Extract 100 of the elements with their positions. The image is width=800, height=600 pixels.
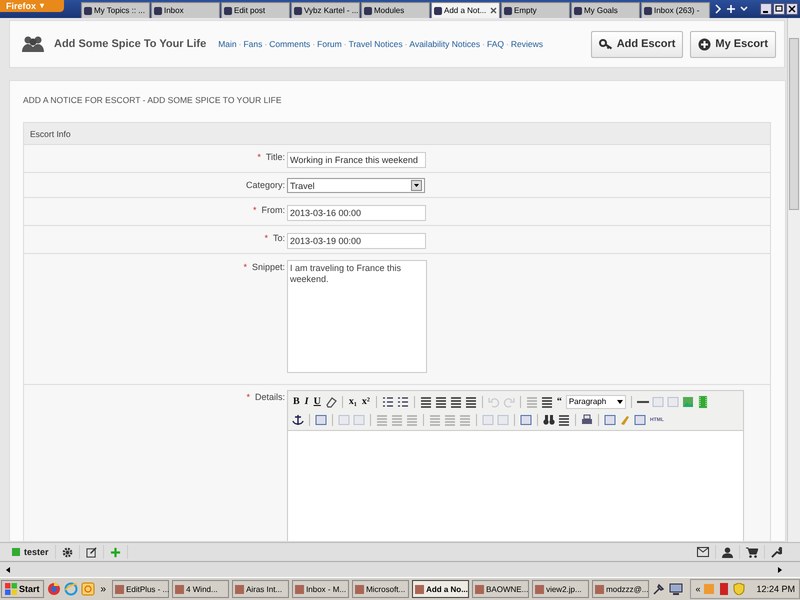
header-button[interactable]: Add Escort [590,30,684,58]
taskbar-button[interactable]: modzzz@... [592,580,650,598]
vertical-scrollbar[interactable] [787,18,800,542]
list-icon[interactable] [396,396,409,408]
taskbar-button[interactable]: BAOWNE... [472,580,530,598]
nav-link[interactable]: FAQ [486,39,504,49]
format-dropdown[interactable]: Paragraph [566,394,626,408]
new-tab-icon[interactable] [726,3,736,15]
film-icon[interactable] [696,396,709,408]
monitor-icon[interactable] [669,582,684,596]
nav-link[interactable]: Reviews [510,39,543,49]
field-label: Details: [254,392,285,404]
close-tab-icon[interactable] [490,7,497,14]
taskbar-button[interactable]: EditPlus - ... [112,580,170,598]
lines-icon[interactable] [540,396,553,408]
format-button[interactable]: B [292,395,301,408]
browser-tab[interactable]: Empty [501,2,570,18]
square-icon[interactable] [604,414,616,426]
text-field[interactable]: 2013-03-19 00:00 [287,233,426,249]
scroll-right-icon[interactable] [776,566,784,574]
format-button[interactable]: “ [556,395,563,408]
windows-logo-icon [5,583,17,595]
wrench-icon[interactable] [771,546,782,558]
people-icon [22,35,44,53]
browser-tab[interactable]: My Goals [571,2,640,18]
browser-tab[interactable]: Modules [361,2,430,18]
required-marker: * [252,205,256,217]
nav-separator: · [482,39,485,49]
close-icon[interactable] [786,3,798,15]
required-marker: * [264,233,268,245]
taskbar-button[interactable]: Add a No... [412,580,470,598]
user-icon[interactable] [722,546,733,558]
horizontal-scrollbar[interactable] [0,561,800,577]
taskbar-button[interactable]: Microsoft... [352,580,410,598]
edit-icon[interactable] [86,546,97,558]
document-icon[interactable] [718,583,730,595]
start-button[interactable]: Start [1,580,44,598]
pin-icon[interactable] [652,582,666,596]
nav-link[interactable]: Main [218,39,237,49]
binoculars-icon[interactable] [543,414,555,426]
picture-icon[interactable] [682,396,694,408]
format-button[interactable]: x² [360,395,371,408]
lines-icon[interactable] [558,414,570,426]
browser-tab[interactable]: Edit post [221,2,290,18]
browser-tab[interactable]: Inbox (263) - [641,2,710,18]
taskbar-button[interactable]: Airas Int... [232,580,290,598]
nav-separator: · [506,39,509,49]
browser-tab[interactable]: Inbox [151,2,220,18]
browser-tab[interactable]: My Topics :: ... [81,2,150,18]
anchor-icon[interactable] [292,414,304,426]
lines-icon[interactable] [420,396,432,408]
text-field[interactable]: Working in France this weekend [287,152,426,168]
taskbar-button[interactable]: 4 Wind... [172,580,230,598]
cart-icon[interactable] [746,546,758,558]
snippet-textarea[interactable]: I am traveling to France this weekend. [287,260,427,373]
window-icon[interactable] [80,582,95,596]
format-button[interactable]: U [312,395,322,408]
lines-icon[interactable] [450,396,462,408]
nav-link[interactable]: Travel Notices [348,39,403,49]
nav-link[interactable]: Comments [269,39,310,49]
tab-scroll-icon[interactable] [713,3,723,15]
scroll-left-icon[interactable] [4,566,12,574]
maximize-icon[interactable] [773,3,785,15]
browser-tab[interactable]: Vybz Kartel - ... [291,2,360,18]
nav-link[interactable]: Fans [243,39,262,49]
nav-link[interactable]: Forum [317,39,342,49]
add-icon[interactable] [110,546,121,558]
field-label: Title: [266,152,285,164]
list-icon[interactable] [382,396,394,408]
format-button[interactable]: x₁ [348,395,358,408]
site-title: Add Some Spice To Your Life [54,38,206,50]
browser-tab[interactable]: Add a Not... [431,2,500,18]
text-field[interactable]: 2013-03-16 00:00 [287,205,426,221]
square-icon[interactable] [520,414,532,426]
field-label: Category: [246,180,285,192]
lines-icon[interactable] [434,396,447,408]
eraser-icon[interactable] [324,396,337,408]
nav-link[interactable]: Availability Notices [409,39,480,49]
username[interactable]: tester [24,547,49,557]
globe-icon[interactable] [64,582,78,596]
nav-separator: · [264,39,268,49]
square-icon[interactable] [634,414,646,426]
status-square-icon [12,548,20,556]
gear-icon[interactable] [62,546,73,558]
more-glyph[interactable]: » [100,584,106,594]
lines-icon[interactable] [464,396,477,408]
square-icon[interactable] [315,414,327,426]
shield-icon[interactable] [733,583,746,595]
taskbar-button[interactable]: Inbox - M... [292,580,350,598]
header-button[interactable]: My Escort [690,30,776,58]
nav-separator: · [238,39,242,49]
browser-icon[interactable] [46,582,61,596]
minimize-icon[interactable] [760,3,772,15]
tray-toggle[interactable]: « [695,584,700,594]
printer-icon[interactable] [581,414,593,426]
caret-icon [616,400,623,404]
category-dropdown[interactable]: Travel [287,178,425,193]
mail-icon[interactable] [697,547,709,557]
format-button[interactable]: I [304,395,310,408]
taskbar-button[interactable]: view2.jp... [532,580,590,598]
